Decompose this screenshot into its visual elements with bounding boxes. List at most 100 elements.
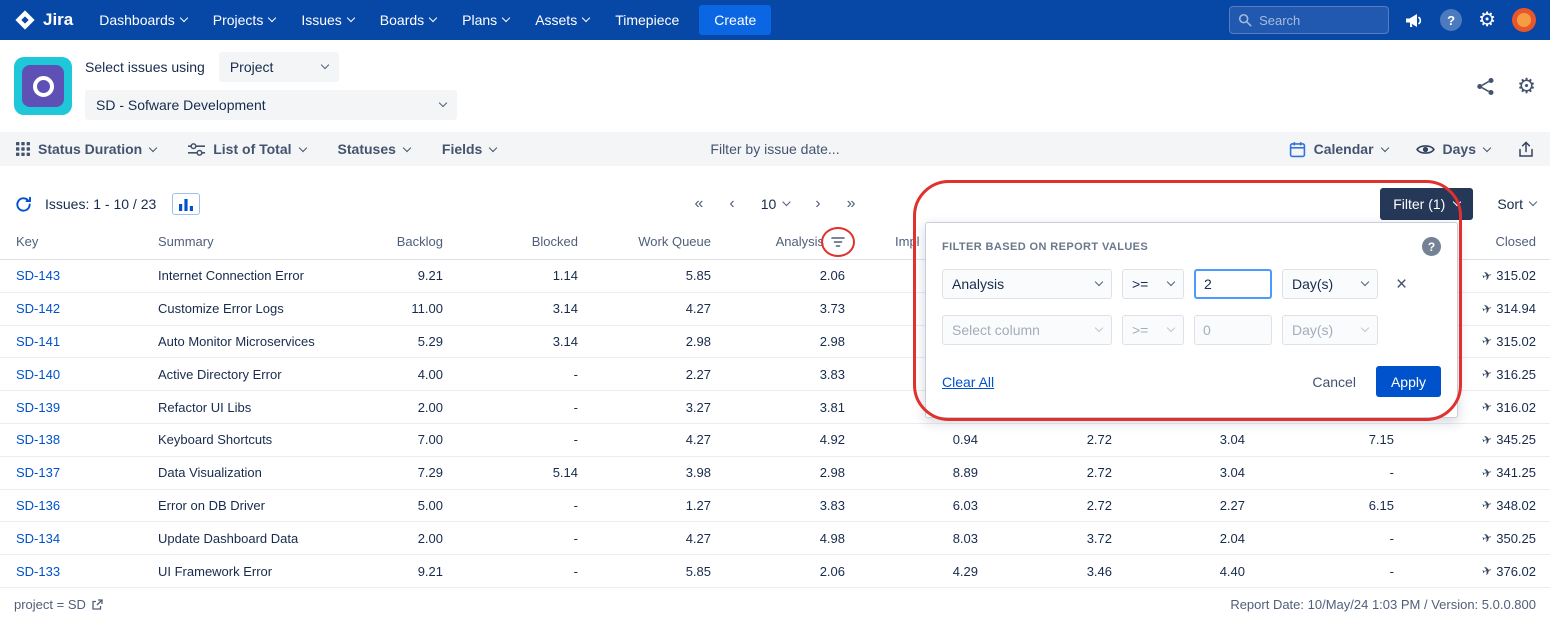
filter-operator-select-2[interactable]: >= [1122,315,1184,345]
nav-item-boards[interactable]: Boards [380,12,436,28]
filter-column-select-2[interactable]: Select column [942,315,1112,345]
duration-cell: - [1245,531,1394,546]
column-header-summary[interactable]: Summary [158,234,318,249]
settings-icon[interactable]: ⚙ [1478,10,1496,30]
prev-page-button[interactable]: ‹ [729,196,734,212]
clear-all-link[interactable]: Clear All [942,374,994,390]
statuses-select[interactable]: Statuses [338,141,410,157]
column-filter-icon[interactable] [831,236,845,248]
jira-logo[interactable]: Jira [14,9,73,31]
cancel-button[interactable]: Cancel [1312,374,1356,390]
app-root: Jira Dashboards Projects Issues Boards Plans… [0,0,1550,622]
remove-filter-icon[interactable]: × [1396,275,1407,294]
column-header-analysis[interactable]: Analysis [711,234,845,249]
search-icon [1238,13,1252,27]
issue-summary: Refactor UI Libs [158,400,318,415]
duration-cell: 2.98 [711,465,845,480]
duration-cell: 9.21 [318,268,443,283]
project-select-value: SD - Sofware Development [96,97,266,113]
column-header-backlog[interactable]: Backlog [318,234,443,249]
nav-item-plans[interactable]: Plans [462,12,509,28]
plane-icon: ✈ [1481,268,1494,284]
page-size-select[interactable]: 10 [761,196,790,212]
sort-button[interactable]: Sort [1497,196,1536,212]
issue-key-link[interactable]: SD-139 [16,400,158,415]
column-header-blocked[interactable]: Blocked [443,234,578,249]
fields-select[interactable]: Fields [442,141,496,157]
units-select[interactable]: Days [1416,141,1490,157]
list-type-select[interactable]: List of Total [188,141,305,157]
nav-item-projects[interactable]: Projects [213,12,276,28]
nav-item-label: Issues [301,12,341,28]
nav-right: ? ⚙ [1229,6,1536,34]
filter-column-select[interactable]: Analysis [942,269,1112,299]
report-type-select[interactable]: Status Duration [16,141,156,157]
duration-cell: - [443,564,578,579]
share-icon[interactable] [1476,77,1495,96]
duration-cell: - [443,367,578,382]
duration-cell: 4.98 [711,531,845,546]
last-page-button[interactable]: » [847,196,856,212]
table-controls: Issues: 1 - 10 / 23 « ‹ 10 › » Filter (1… [0,184,1550,224]
issue-summary: Customize Error Logs [158,301,318,316]
issue-key-link[interactable]: SD-140 [16,367,158,382]
filter-button[interactable]: Filter (1) [1380,188,1473,220]
duration-cell: 3.83 [711,367,845,382]
filter-unit-select[interactable]: Day(s) [1282,269,1378,299]
column-header-work-queue[interactable]: Work Queue [578,234,711,249]
search-input[interactable] [1259,13,1371,28]
next-page-button[interactable]: › [815,196,820,212]
announcement-icon[interactable] [1405,12,1424,29]
project-select[interactable]: SD - Sofware Development [85,90,457,120]
chart-view-button[interactable] [172,193,200,215]
issue-key-link[interactable]: SD-138 [16,432,158,447]
filter-value-input-2[interactable] [1194,315,1272,345]
closed-value: 316.02 [1496,400,1536,415]
user-avatar[interactable] [1512,8,1536,32]
issue-key-link[interactable]: SD-137 [16,465,158,480]
create-button[interactable]: Create [699,5,771,35]
export-icon[interactable] [1518,141,1534,158]
filter-unit-value-2: Day(s) [1292,322,1333,338]
calendar-select[interactable]: Calendar [1289,141,1388,158]
duration-cell: 5.14 [443,465,578,480]
scope-select[interactable]: Project [219,52,339,82]
filter-panel-title: FILTER BASED ON REPORT VALUES [942,241,1148,253]
chevron-down-icon [582,14,590,22]
calendar-icon [1289,141,1306,158]
filter-unit-select-2[interactable]: Day(s) [1282,315,1378,345]
issue-key-link[interactable]: SD-143 [16,268,158,283]
external-link-icon[interactable] [91,599,103,611]
nav-item-assets[interactable]: Assets [535,12,589,28]
help-icon[interactable]: ? [1440,9,1462,31]
column-header-label: Analysis [776,234,824,249]
apply-button[interactable]: Apply [1376,366,1441,397]
issue-key-link[interactable]: SD-136 [16,498,158,513]
plane-icon: ✈ [1481,333,1494,349]
sliders-icon [188,143,205,156]
closed-value: 376.02 [1496,564,1536,579]
duration-cell: 2.27 [578,367,711,382]
brand-name: Jira [43,10,73,30]
refresh-icon[interactable] [14,195,33,214]
issue-summary: Internet Connection Error [158,268,318,283]
gear-icon[interactable]: ⚙ [1517,76,1536,97]
filter-operator-select[interactable]: >= [1122,269,1184,299]
issue-key-link[interactable]: SD-134 [16,531,158,546]
closed-cell: ✈341.25 [1394,465,1536,480]
date-filter-input[interactable]: Filter by issue date... [710,141,839,157]
issue-key-link[interactable]: SD-142 [16,301,158,316]
nav-item-dashboards[interactable]: Dashboards [99,12,187,28]
chevron-down-icon [1095,324,1103,332]
column-header-key[interactable]: Key [16,234,158,249]
duration-cell: 3.14 [443,301,578,316]
nav-item-timepiece[interactable]: Timepiece [615,12,679,28]
filter-unit-value: Day(s) [1292,276,1333,292]
first-page-button[interactable]: « [694,196,703,212]
filter-value-input[interactable] [1194,269,1272,299]
issue-key-link[interactable]: SD-133 [16,564,158,579]
search-box[interactable] [1229,6,1389,34]
nav-item-issues[interactable]: Issues [301,12,353,28]
filter-help-icon[interactable]: ? [1422,237,1441,256]
issue-key-link[interactable]: SD-141 [16,334,158,349]
